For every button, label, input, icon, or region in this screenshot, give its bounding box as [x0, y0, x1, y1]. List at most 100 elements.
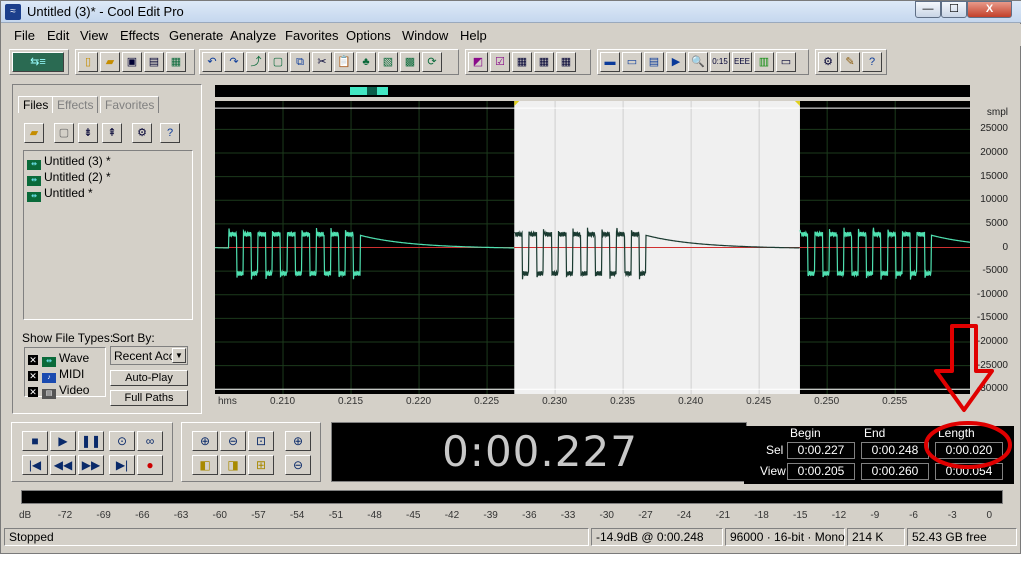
- waveform-display[interactable]: [215, 101, 970, 394]
- level-meters-icon[interactable]: ▥: [754, 52, 774, 72]
- time-ruler[interactable]: hms 0.210 0.215 0.220 0.225 0.230 0.235 0.240 0…: [215, 394, 970, 410]
- help-icon[interactable]: ?: [862, 52, 882, 72]
- list-item[interactable]: ⇹ Untitled *: [27, 186, 93, 202]
- overview-thumb[interactable]: [350, 87, 388, 95]
- open-folder-icon[interactable]: ▰: [24, 123, 44, 143]
- mix-icon[interactable]: ⟳: [422, 52, 442, 72]
- zoom-left-icon[interactable]: ◧: [192, 455, 218, 475]
- help-icon[interactable]: ?: [160, 123, 180, 143]
- file-list: ⇹ Untitled (3) * ⇹ Untitled (2) * ⇹ Untitle…: [23, 150, 193, 320]
- menu-generate[interactable]: Generate: [169, 28, 223, 43]
- menu-effects[interactable]: Effects: [120, 28, 160, 43]
- checkbox-icon[interactable]: ✕: [28, 371, 38, 381]
- zoom-selection-icon[interactable]: ⊞: [248, 455, 274, 475]
- menu-edit[interactable]: Edit: [47, 28, 69, 43]
- sel-begin-field[interactable]: 0:00.227: [787, 442, 855, 459]
- overview-bar[interactable]: [215, 85, 970, 97]
- menu-options[interactable]: Options: [346, 28, 391, 43]
- tab-favorites[interactable]: Favorites: [100, 96, 160, 113]
- zoom-right-icon[interactable]: ◨: [220, 455, 246, 475]
- menu-analyze[interactable]: Analyze: [230, 28, 276, 43]
- undo-icon[interactable]: ↶: [202, 52, 222, 72]
- silence-icon[interactable]: ▩: [400, 52, 420, 72]
- zoom-view-icon[interactable]: 🔍: [688, 52, 708, 72]
- insert-multitrack-icon[interactable]: ⇟: [78, 123, 98, 143]
- record-file-icon[interactable]: ▦: [166, 52, 186, 72]
- loop-button[interactable]: ∞: [137, 431, 163, 451]
- stop-button[interactable]: ■: [22, 431, 48, 451]
- close-file-icon[interactable]: ▢: [54, 123, 74, 143]
- auto-play-button[interactable]: Auto-Play: [110, 370, 188, 386]
- copy-new-icon[interactable]: ▢: [268, 52, 288, 72]
- list-item[interactable]: ⇹ Untitled (3) *: [27, 154, 111, 170]
- play-list-icon[interactable]: ▶: [666, 52, 686, 72]
- pause-button[interactable]: ❚❚: [78, 431, 104, 451]
- filter-video[interactable]: ✕ ▤ Video: [28, 383, 89, 399]
- zoom-full-icon[interactable]: ⊡: [248, 431, 274, 451]
- cool-edit-icon[interactable]: ≈: [5, 4, 21, 20]
- mix-paste-icon[interactable]: ♣: [356, 52, 376, 72]
- go-to-end-button[interactable]: ▶|: [109, 455, 135, 475]
- grid-icon-1[interactable]: ▦: [512, 52, 532, 72]
- save-icon[interactable]: ▣: [122, 52, 142, 72]
- trim-icon[interactable]: ▧: [378, 52, 398, 72]
- cut-icon[interactable]: ✂: [312, 52, 332, 72]
- save-as-icon[interactable]: ▤: [144, 52, 164, 72]
- view-length-field[interactable]: 0:00.054: [935, 463, 1003, 480]
- organizer-icon[interactable]: ▬: [600, 52, 620, 72]
- checkbox-icon[interactable]: ✕: [28, 387, 38, 397]
- zoom-in-vertical-icon[interactable]: ⊕: [285, 431, 311, 451]
- script-icon[interactable]: ✎: [840, 52, 860, 72]
- checklist-icon[interactable]: ☑: [490, 52, 510, 72]
- view-end-field[interactable]: 0:00.260: [861, 463, 929, 480]
- menu-favorites[interactable]: Favorites: [285, 28, 338, 43]
- zoom-out-vertical-icon[interactable]: ⊖: [285, 455, 311, 475]
- open-file-icon[interactable]: ▰: [100, 52, 120, 72]
- repeat-icon[interactable]: ⤴: [246, 52, 266, 72]
- sel-end-field[interactable]: 0:00.248: [861, 442, 929, 459]
- menu-view[interactable]: View: [80, 28, 108, 43]
- fast-forward-button[interactable]: ▶▶: [78, 455, 104, 475]
- sort-by-select[interactable]: Recent Acc ▼: [110, 346, 188, 365]
- menu-file[interactable]: File: [14, 28, 35, 43]
- copy-icon[interactable]: ⧉: [290, 52, 310, 72]
- new-file-icon[interactable]: ▯: [78, 52, 98, 72]
- full-paths-button[interactable]: Full Paths: [110, 390, 188, 406]
- rewind-button[interactable]: ◀◀: [50, 455, 76, 475]
- filter-wave[interactable]: ✕ ⇹ Wave: [28, 351, 89, 367]
- grid-icon-3[interactable]: ▦: [556, 52, 576, 72]
- play-button[interactable]: ▶: [50, 431, 76, 451]
- menu-window[interactable]: Window: [402, 28, 448, 43]
- minimize-button[interactable]: —: [915, 1, 941, 18]
- eee-icon[interactable]: EEE: [732, 52, 752, 72]
- paste-icon[interactable]: 📋: [334, 52, 354, 72]
- status-bar-icon[interactable]: ▭: [776, 52, 796, 72]
- playlist-icon[interactable]: ▤: [644, 52, 664, 72]
- view-begin-field[interactable]: 0:00.205: [787, 463, 855, 480]
- insert-playlist-icon[interactable]: ⇞: [102, 123, 122, 143]
- tab-files[interactable]: Files: [18, 96, 54, 113]
- menu-help[interactable]: Help: [460, 28, 487, 43]
- multitrack-toggle-icon[interactable]: ⇆≡: [12, 52, 64, 72]
- chevron-down-icon[interactable]: ▼: [172, 348, 186, 363]
- filter-midi[interactable]: ✕ ♪ MIDI: [28, 367, 84, 383]
- grid-icon-2[interactable]: ▦: [534, 52, 554, 72]
- settings-gear-icon[interactable]: ⚙: [818, 52, 838, 72]
- file-settings-icon[interactable]: ⚙: [132, 123, 152, 143]
- sel-length-field[interactable]: 0:00.020: [935, 442, 1003, 459]
- level-meter-label: -30: [599, 510, 614, 521]
- maximize-button[interactable]: ☐: [941, 1, 967, 18]
- cue-list-icon[interactable]: ▭: [622, 52, 642, 72]
- list-item[interactable]: ⇹ Untitled (2) *: [27, 170, 111, 186]
- spectral-view-icon[interactable]: ◩: [468, 52, 488, 72]
- tab-effects[interactable]: Effects: [52, 96, 99, 113]
- time-display-icon[interactable]: 0:15: [710, 52, 730, 72]
- redo-icon[interactable]: ↷: [224, 52, 244, 72]
- zoom-in-horizontal-icon[interactable]: ⊕: [192, 431, 218, 451]
- checkbox-icon[interactable]: ✕: [28, 355, 38, 365]
- go-to-begin-button[interactable]: |◀: [22, 455, 48, 475]
- record-button[interactable]: ●: [137, 455, 163, 475]
- zoom-out-horizontal-icon[interactable]: ⊖: [220, 431, 246, 451]
- play-to-end-button[interactable]: ⊙: [109, 431, 135, 451]
- close-button[interactable]: X: [967, 1, 1012, 18]
